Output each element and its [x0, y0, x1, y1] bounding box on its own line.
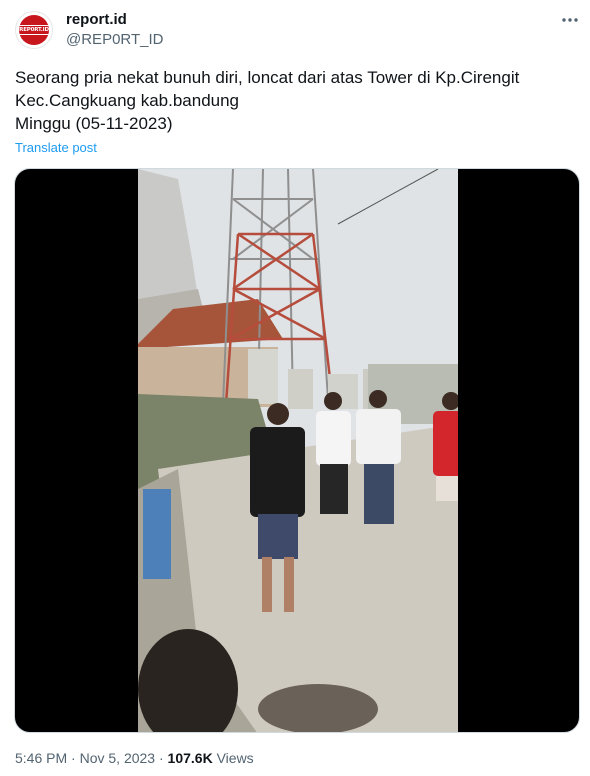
- views-label: Views: [216, 750, 254, 766]
- tweet-meta: 5:46 PM · Nov 5, 2023 · 107.6K Views: [15, 750, 254, 766]
- author-handle[interactable]: @REP0RT_ID: [66, 31, 163, 48]
- avatar[interactable]: REP0RT.ID: [15, 11, 53, 49]
- tweet-header: REP0RT.ID report.id @REP0RT_ID: [0, 0, 590, 60]
- tweet-date[interactable]: Nov 5, 2023: [80, 750, 156, 766]
- translate-post-link[interactable]: Translate post: [15, 140, 97, 155]
- tweet-text: Seorang pria nekat bunuh diri, loncat da…: [15, 66, 575, 135]
- video-thumbnail: [138, 169, 458, 732]
- meta-separator: ·: [158, 750, 164, 766]
- more-horizontal-icon: [562, 18, 578, 22]
- tweet-text-line: Seorang pria nekat bunuh diri, loncat da…: [15, 68, 520, 87]
- meta-separator: ·: [71, 750, 76, 766]
- views-count: 107.6K: [167, 750, 213, 766]
- more-options-button[interactable]: [560, 12, 580, 28]
- video-player[interactable]: [14, 168, 580, 733]
- avatar-logo-text: REP0RT.ID: [19, 25, 49, 35]
- tweet-time[interactable]: 5:46 PM: [15, 750, 67, 766]
- author-display-name[interactable]: report.id: [66, 11, 127, 28]
- brand-logo: REP0RT.ID: [19, 15, 49, 45]
- tweet-text-line: Minggu (05-11-2023): [15, 114, 173, 133]
- tweet-text-line: Kec.Cangkuang kab.bandung: [15, 91, 240, 110]
